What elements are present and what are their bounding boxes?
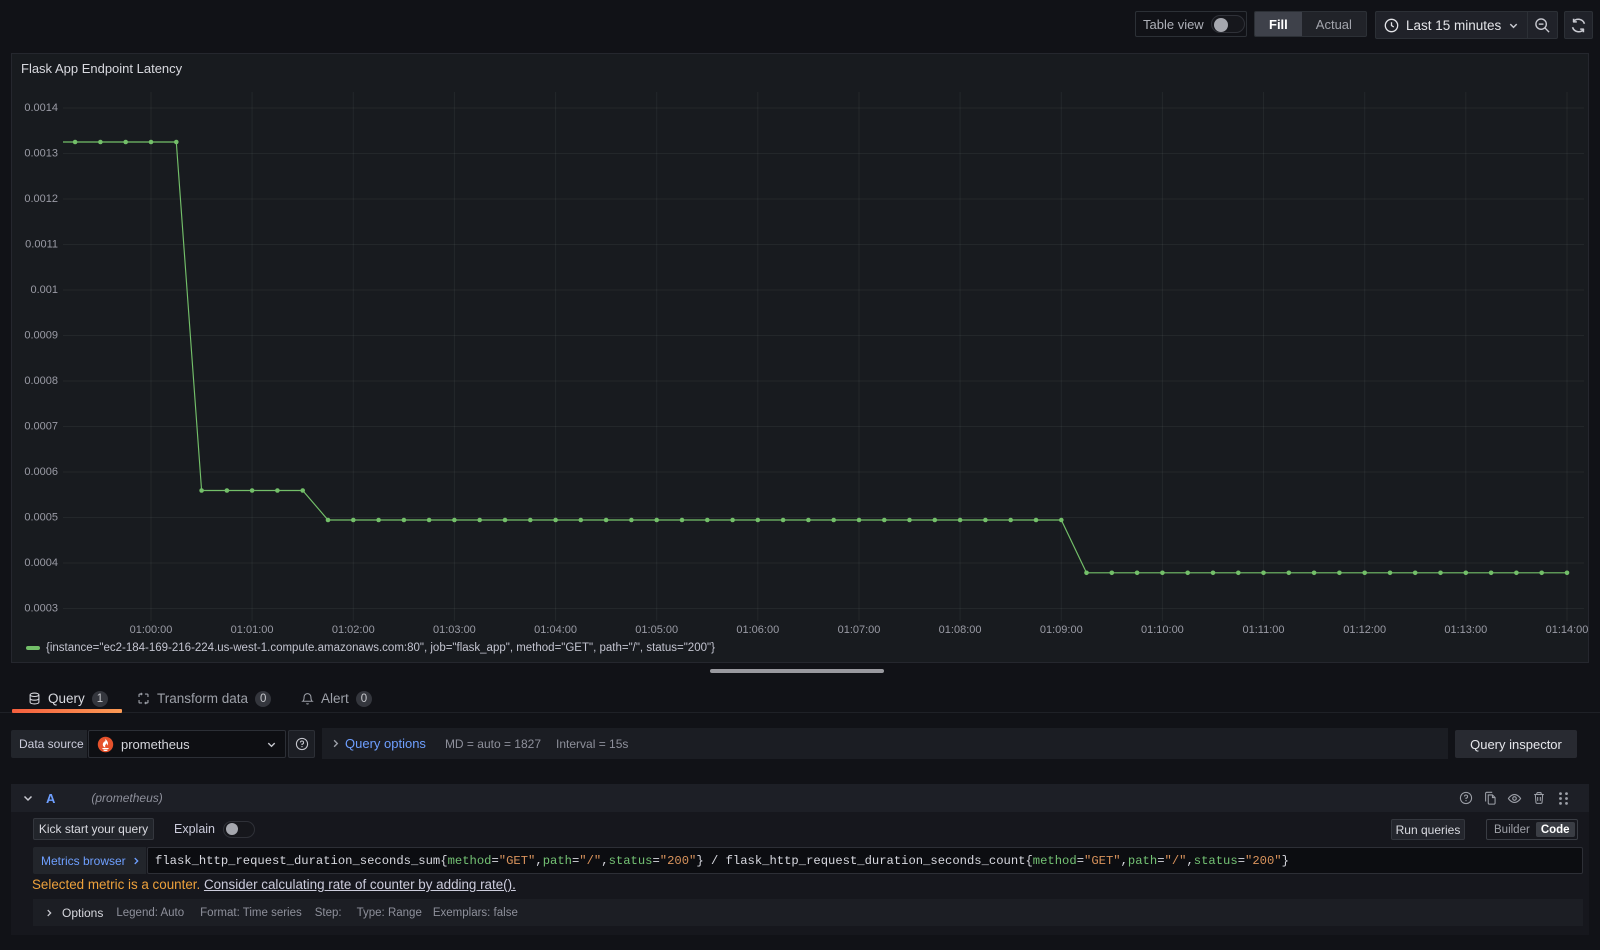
svg-text:01:00:00: 01:00:00 <box>130 624 173 636</box>
svg-text:01:10:00: 01:10:00 <box>1141 624 1184 636</box>
svg-text:01:01:00: 01:01:00 <box>231 624 274 636</box>
svg-text:01:02:00: 01:02:00 <box>332 624 375 636</box>
svg-text:01:05:00: 01:05:00 <box>635 624 678 636</box>
svg-text:0.0008: 0.0008 <box>24 375 58 387</box>
svg-text:01:08:00: 01:08:00 <box>939 624 982 636</box>
svg-text:0.0004: 0.0004 <box>24 557 58 569</box>
svg-text:01:11:00: 01:11:00 <box>1242 624 1284 636</box>
svg-text:01:04:00: 01:04:00 <box>534 624 577 636</box>
svg-text:0.001: 0.001 <box>30 284 58 296</box>
svg-text:0.0006: 0.0006 <box>24 466 58 478</box>
svg-text:01:03:00: 01:03:00 <box>433 624 476 636</box>
svg-text:01:14:00: 01:14:00 <box>1546 624 1589 636</box>
svg-text:0.0012: 0.0012 <box>24 193 58 205</box>
svg-text:0.0003: 0.0003 <box>24 603 58 615</box>
svg-text:01:06:00: 01:06:00 <box>736 624 779 636</box>
svg-text:0.0009: 0.0009 <box>24 330 58 342</box>
svg-text:01:09:00: 01:09:00 <box>1040 624 1083 636</box>
svg-text:01:13:00: 01:13:00 <box>1444 624 1487 636</box>
svg-text:0.0007: 0.0007 <box>24 421 58 433</box>
svg-text:0.0005: 0.0005 <box>24 512 58 524</box>
svg-text:0.0011: 0.0011 <box>25 239 58 251</box>
svg-text:01:12:00: 01:12:00 <box>1343 624 1386 636</box>
svg-text:01:07:00: 01:07:00 <box>838 624 881 636</box>
svg-text:0.0013: 0.0013 <box>24 148 58 160</box>
svg-text:0.0014: 0.0014 <box>24 102 58 114</box>
